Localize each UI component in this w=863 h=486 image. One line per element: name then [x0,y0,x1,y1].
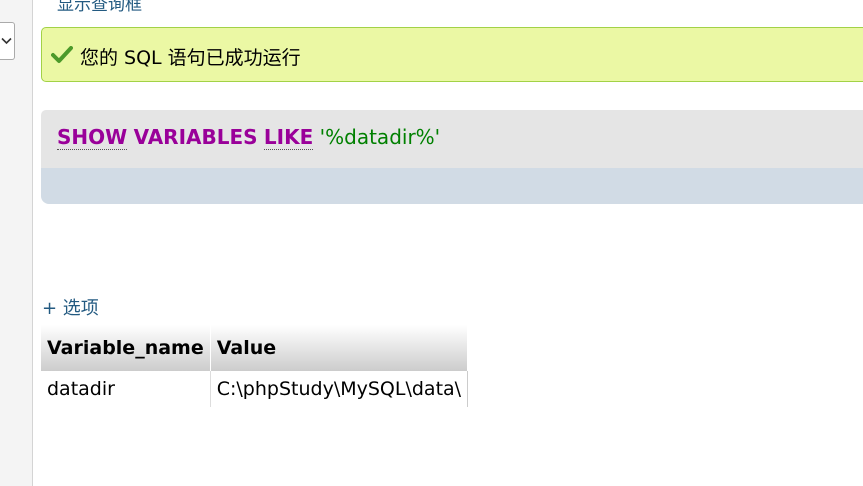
success-message: 您的 SQL 语句已成功运行 [80,47,301,69]
sql-query-toolbar [41,168,863,204]
table-row: datadir C:\phpStudy\MySQL\data\ [41,371,469,407]
options-toggle-link[interactable]: + 选项 [42,294,99,320]
success-message-box: 您的 SQL 语句已成功运行 [41,27,863,82]
sql-keyword-variables: VARIABLES [133,125,258,149]
column-header-variable-name[interactable]: Variable_name [41,325,211,371]
chevron-down-icon [1,37,12,45]
sql-string-literal: '%datadir%' [319,125,441,149]
sql-query-panel: SHOW VARIABLES LIKE '%datadir%' [41,110,863,168]
sql-keyword-like[interactable]: LIKE [263,125,314,150]
left-sidebar [0,0,33,486]
result-table: Variable_name Value datadir C:\phpStudy\… [41,325,469,407]
sql-query-text: SHOW VARIABLES LIKE '%datadir%' [57,125,441,150]
navigation-dropdown[interactable] [0,22,15,60]
check-icon [51,46,73,63]
column-header-value[interactable]: Value [210,325,469,371]
sql-keyword-show[interactable]: SHOW [57,125,128,150]
show-query-box-link[interactable]: 显示查询框 [57,0,142,15]
table-header-row: Variable_name Value [41,325,469,371]
table-cell-value: C:\phpStudy\MySQL\data\ [210,371,469,407]
table-cell-variable-name: datadir [41,371,211,407]
